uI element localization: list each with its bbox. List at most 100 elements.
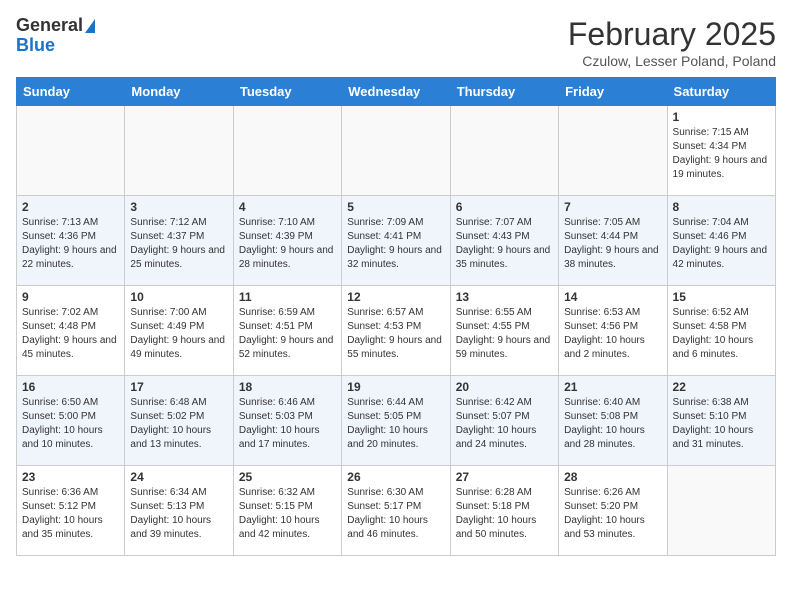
day-number: 16	[22, 380, 119, 394]
day-number: 15	[673, 290, 770, 304]
day-number: 26	[347, 470, 444, 484]
page-header: General Blue February 2025 Czulow, Lesse…	[16, 16, 776, 69]
calendar-cell: 19 Sunrise: 6:44 AM Sunset: 5:05 PM Dayli…	[342, 376, 450, 466]
day-number: 11	[239, 290, 336, 304]
calendar-cell	[125, 106, 233, 196]
location-text: Czulow, Lesser Poland, Poland	[568, 53, 776, 69]
month-title: February 2025	[568, 16, 776, 53]
calendar-week-row: 16 Sunrise: 6:50 AM Sunset: 5:00 PM Dayli…	[17, 376, 776, 466]
calendar-week-row: 1 Sunrise: 7:15 AM Sunset: 4:34 PM Daylig…	[17, 106, 776, 196]
day-info: Sunrise: 7:00 AM Sunset: 4:49 PM Dayligh…	[130, 306, 227, 362]
logo-triangle-icon	[85, 19, 95, 33]
calendar-cell: 26 Sunrise: 6:30 AM Sunset: 5:17 PM Dayli…	[342, 466, 450, 556]
calendar-cell: 27 Sunrise: 6:28 AM Sunset: 5:18 PM Dayli…	[450, 466, 558, 556]
day-number: 14	[564, 290, 661, 304]
day-number: 23	[22, 470, 119, 484]
day-number: 17	[130, 380, 227, 394]
day-number: 24	[130, 470, 227, 484]
calendar-cell: 25 Sunrise: 6:32 AM Sunset: 5:15 PM Dayli…	[233, 466, 341, 556]
day-number: 4	[239, 200, 336, 214]
calendar-cell	[559, 106, 667, 196]
weekday-header-friday: Friday	[559, 78, 667, 106]
day-info: Sunrise: 7:05 AM Sunset: 4:44 PM Dayligh…	[564, 216, 661, 272]
calendar-cell: 21 Sunrise: 6:40 AM Sunset: 5:08 PM Dayli…	[559, 376, 667, 466]
calendar-cell: 13Sunrise: 6:55 AM Sunset: 4:55 PM Dayli…	[450, 286, 558, 376]
calendar-cell: 24 Sunrise: 6:34 AM Sunset: 5:13 PM Dayli…	[125, 466, 233, 556]
day-number: 28	[564, 470, 661, 484]
calendar-cell: 2Sunrise: 7:13 AM Sunset: 4:36 PM Daylig…	[17, 196, 125, 286]
day-info: Sunrise: 6:32 AM Sunset: 5:15 PM Dayligh…	[239, 486, 336, 542]
day-number: 21	[564, 380, 661, 394]
day-info: Sunrise: 6:36 AM Sunset: 5:12 PM Dayligh…	[22, 486, 119, 542]
calendar-week-row: 9 Sunrise: 7:02 AM Sunset: 4:48 PM Daylig…	[17, 286, 776, 376]
day-number: 7	[564, 200, 661, 214]
day-info: Sunrise: 7:12 AM Sunset: 4:37 PM Dayligh…	[130, 216, 227, 272]
weekday-header-row: SundayMondayTuesdayWednesdayThursdayFrid…	[17, 78, 776, 106]
weekday-header-sunday: Sunday	[17, 78, 125, 106]
day-info: Sunrise: 6:59 AM Sunset: 4:51 PM Dayligh…	[239, 306, 336, 362]
calendar-cell	[233, 106, 341, 196]
day-info: Sunrise: 6:50 AM Sunset: 5:00 PM Dayligh…	[22, 396, 119, 452]
weekday-header-thursday: Thursday	[450, 78, 558, 106]
calendar-cell	[667, 466, 775, 556]
day-info: Sunrise: 6:40 AM Sunset: 5:08 PM Dayligh…	[564, 396, 661, 452]
calendar-week-row: 2Sunrise: 7:13 AM Sunset: 4:36 PM Daylig…	[17, 196, 776, 286]
day-info: Sunrise: 6:34 AM Sunset: 5:13 PM Dayligh…	[130, 486, 227, 542]
day-number: 25	[239, 470, 336, 484]
calendar-cell: 17 Sunrise: 6:48 AM Sunset: 5:02 PM Dayli…	[125, 376, 233, 466]
calendar-cell: 5 Sunrise: 7:09 AM Sunset: 4:41 PM Daylig…	[342, 196, 450, 286]
calendar-cell: 6 Sunrise: 7:07 AM Sunset: 4:43 PM Daylig…	[450, 196, 558, 286]
day-number: 13	[456, 290, 553, 304]
calendar-cell: 28Sunrise: 6:26 AM Sunset: 5:20 PM Dayli…	[559, 466, 667, 556]
calendar-cell: 20 Sunrise: 6:42 AM Sunset: 5:07 PM Dayli…	[450, 376, 558, 466]
day-info: Sunrise: 7:15 AM Sunset: 4:34 PM Dayligh…	[673, 126, 770, 182]
day-info: Sunrise: 7:02 AM Sunset: 4:48 PM Dayligh…	[22, 306, 119, 362]
logo-text-general: General	[16, 16, 83, 36]
day-info: Sunrise: 6:57 AM Sunset: 4:53 PM Dayligh…	[347, 306, 444, 362]
calendar-week-row: 23 Sunrise: 6:36 AM Sunset: 5:12 PM Dayli…	[17, 466, 776, 556]
calendar-cell: 22Sunrise: 6:38 AM Sunset: 5:10 PM Dayli…	[667, 376, 775, 466]
calendar-cell: 7 Sunrise: 7:05 AM Sunset: 4:44 PM Daylig…	[559, 196, 667, 286]
day-info: Sunrise: 7:13 AM Sunset: 4:36 PM Dayligh…	[22, 216, 119, 272]
day-number: 22	[673, 380, 770, 394]
day-info: Sunrise: 7:07 AM Sunset: 4:43 PM Dayligh…	[456, 216, 553, 272]
weekday-header-monday: Monday	[125, 78, 233, 106]
day-number: 5	[347, 200, 444, 214]
day-number: 6	[456, 200, 553, 214]
calendar-cell	[342, 106, 450, 196]
day-info: Sunrise: 6:48 AM Sunset: 5:02 PM Dayligh…	[130, 396, 227, 452]
logo-text-blue: Blue	[16, 36, 55, 56]
weekday-header-saturday: Saturday	[667, 78, 775, 106]
day-number: 18	[239, 380, 336, 394]
day-info: Sunrise: 6:42 AM Sunset: 5:07 PM Dayligh…	[456, 396, 553, 452]
calendar-cell	[450, 106, 558, 196]
day-info: Sunrise: 6:28 AM Sunset: 5:18 PM Dayligh…	[456, 486, 553, 542]
weekday-header-wednesday: Wednesday	[342, 78, 450, 106]
day-number: 27	[456, 470, 553, 484]
day-number: 8	[673, 200, 770, 214]
calendar-cell: 9 Sunrise: 7:02 AM Sunset: 4:48 PM Daylig…	[17, 286, 125, 376]
day-number: 19	[347, 380, 444, 394]
day-info: Sunrise: 6:46 AM Sunset: 5:03 PM Dayligh…	[239, 396, 336, 452]
calendar-table: SundayMondayTuesdayWednesdayThursdayFrid…	[16, 77, 776, 556]
day-info: Sunrise: 7:04 AM Sunset: 4:46 PM Dayligh…	[673, 216, 770, 272]
calendar-cell: 10 Sunrise: 7:00 AM Sunset: 4:49 PM Dayli…	[125, 286, 233, 376]
day-info: Sunrise: 6:44 AM Sunset: 5:05 PM Dayligh…	[347, 396, 444, 452]
calendar-cell: 1 Sunrise: 7:15 AM Sunset: 4:34 PM Daylig…	[667, 106, 775, 196]
day-info: Sunrise: 7:10 AM Sunset: 4:39 PM Dayligh…	[239, 216, 336, 272]
day-info: Sunrise: 6:52 AM Sunset: 4:58 PM Dayligh…	[673, 306, 770, 362]
day-number: 1	[673, 110, 770, 124]
weekday-header-tuesday: Tuesday	[233, 78, 341, 106]
day-info: Sunrise: 7:09 AM Sunset: 4:41 PM Dayligh…	[347, 216, 444, 272]
day-number: 20	[456, 380, 553, 394]
calendar-cell: 8 Sunrise: 7:04 AM Sunset: 4:46 PM Daylig…	[667, 196, 775, 286]
day-number: 12	[347, 290, 444, 304]
day-number: 10	[130, 290, 227, 304]
logo: General Blue	[16, 16, 95, 56]
calendar-cell: 16 Sunrise: 6:50 AM Sunset: 5:00 PM Dayli…	[17, 376, 125, 466]
calendar-cell: 14Sunrise: 6:53 AM Sunset: 4:56 PM Dayli…	[559, 286, 667, 376]
day-number: 9	[22, 290, 119, 304]
day-info: Sunrise: 6:30 AM Sunset: 5:17 PM Dayligh…	[347, 486, 444, 542]
calendar-cell: 3 Sunrise: 7:12 AM Sunset: 4:37 PM Daylig…	[125, 196, 233, 286]
day-number: 3	[130, 200, 227, 214]
